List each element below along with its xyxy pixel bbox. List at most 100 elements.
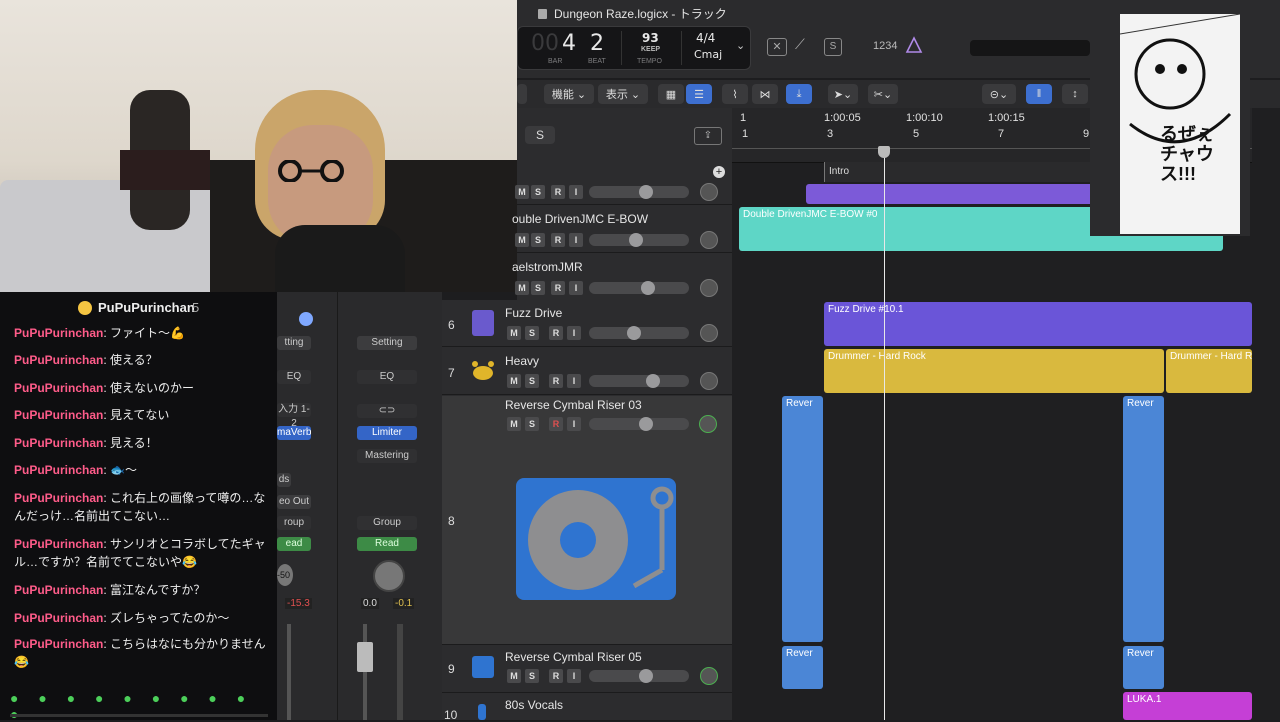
input-monitor-button[interactable]: I (569, 233, 583, 247)
chevron-down-icon[interactable]: ⌄ (736, 39, 745, 52)
catch-icon[interactable]: ⤓ (786, 84, 812, 104)
solo-button[interactable]: S (531, 233, 545, 247)
record-button[interactable]: R (551, 281, 565, 295)
audio-region-reverse[interactable]: Rever (782, 646, 823, 689)
mute-button[interactable]: M (507, 326, 521, 340)
fader-track[interactable] (287, 624, 291, 720)
input-monitor-button[interactable]: I (567, 417, 581, 431)
chat-username[interactable]: PuPuPurinchan (14, 353, 103, 367)
track-row[interactable]: ouble DrivenJMC E-BOW M S R I (512, 206, 732, 253)
playhead[interactable] (884, 150, 885, 720)
automation-mode[interactable]: ead (277, 537, 311, 551)
list-view-icon[interactable]: ☰ (686, 84, 712, 104)
chat-username[interactable]: PuPuPurinchan (14, 611, 103, 625)
audio-region-reverse[interactable]: Rever (782, 396, 823, 642)
pan-knob[interactable] (700, 231, 718, 249)
chat-username[interactable]: PuPuPurinchan (14, 381, 103, 395)
solo-box-icon[interactable]: S (824, 38, 842, 56)
menu-view[interactable]: 表示 ⌄ (598, 84, 648, 104)
eq-button[interactable]: EQ (357, 370, 417, 384)
pointer-tool-icon[interactable]: ➤⌄ (828, 84, 858, 104)
chat-username[interactable]: PuPuPurinchan (14, 326, 103, 340)
more-options-icon[interactable]: ⊝⌄ (982, 84, 1016, 104)
chat-username[interactable]: PuPuPurinchan (14, 537, 103, 551)
track-row[interactable]: 8 Reverse Cymbal Riser 03 M S R I (442, 396, 732, 645)
playhead-handle[interactable] (878, 146, 890, 158)
input-monitor-button[interactable]: I (569, 281, 583, 295)
volume-slider[interactable] (589, 185, 689, 199)
mute-button[interactable]: M (515, 185, 529, 199)
automation-icon[interactable]: ⌇ (722, 84, 748, 104)
solo-button[interactable]: S (525, 417, 539, 431)
input-slot[interactable]: 入力 1-2 (277, 403, 311, 429)
audio-region[interactable] (806, 184, 1096, 204)
chat-username[interactable]: PuPuPurinchan (14, 491, 103, 505)
track-row[interactable]: M S R I (515, 180, 732, 205)
solo-button[interactable]: S (525, 326, 539, 340)
fader-track[interactable] (363, 624, 367, 720)
pan-knob[interactable] (699, 415, 717, 433)
automation-mode[interactable]: Read (357, 537, 417, 551)
record-button[interactable]: R (549, 374, 563, 388)
pan-knob[interactable] (700, 667, 718, 685)
pan-knob[interactable] (373, 560, 405, 592)
volume-slider[interactable] (589, 374, 689, 388)
fader-handle[interactable] (357, 642, 373, 672)
record-button[interactable]: R (551, 185, 565, 199)
solo-button[interactable]: S (531, 185, 545, 199)
group-slot[interactable]: roup (277, 516, 311, 530)
track-row[interactable]: aelstromJMR M S R I (512, 254, 732, 301)
input-monitor-button[interactable]: I (567, 669, 581, 683)
mastering-slot[interactable]: Mastering (357, 449, 417, 463)
volume-slider[interactable] (589, 281, 689, 295)
flex-icon[interactable]: ⋈ (752, 84, 778, 104)
solo-button[interactable]: S (531, 281, 545, 295)
chat-username[interactable]: PuPuPurinchan (14, 637, 103, 651)
link-icon[interactable]: ⊂⊃ (357, 404, 417, 418)
volume-slider[interactable] (589, 233, 689, 247)
insert-slot[interactable]: Limiter (357, 426, 417, 440)
chat-username[interactable]: PuPuPurinchan (14, 408, 103, 422)
vertical-scroll-area[interactable] (1252, 108, 1280, 720)
audio-region-luka[interactable]: LUKA.1 (1123, 692, 1252, 720)
pan-knob[interactable] (700, 279, 718, 297)
track-row[interactable]: 9 Reverse Cymbal Riser 05 M S R I (442, 646, 732, 693)
input-knob[interactable] (299, 312, 313, 326)
track-row[interactable]: 6 Fuzz Drive M S R I (442, 300, 732, 347)
pan-knob[interactable]: -50 (277, 564, 293, 586)
mute-button[interactable]: M (515, 281, 529, 295)
track-row[interactable]: 10 80s Vocals (442, 694, 732, 722)
drummer-region[interactable]: Drummer - Hard Rock (824, 349, 1164, 393)
pan-knob[interactable] (700, 324, 718, 342)
solo-button[interactable]: S (525, 374, 539, 388)
lcd-display[interactable]: 00 4 2 BAR BEAT 93 KEEP TEMPO 4/4 Cmaj ⌄ (517, 26, 751, 70)
input-monitor-button[interactable]: I (569, 185, 583, 199)
waveform-zoom-icon[interactable]: ‖ (1026, 84, 1052, 104)
chat-username[interactable]: PuPuPurinchan (14, 463, 103, 477)
menu-functions[interactable]: 機能 ⌄ (544, 84, 594, 104)
volume-slider[interactable] (589, 669, 689, 683)
grid-view-icon[interactable]: ▦ (658, 84, 684, 104)
record-button[interactable]: R (551, 233, 565, 247)
setting-button[interactable]: tting (277, 336, 311, 350)
audio-region-reverse[interactable]: Rever (1123, 646, 1164, 689)
output-slot[interactable]: eo Out (277, 495, 311, 509)
close-box-icon[interactable]: ✕ (767, 38, 787, 56)
vertical-zoom-icon[interactable]: ↕ (1062, 84, 1088, 104)
mute-button[interactable]: M (507, 669, 521, 683)
marker-intro[interactable]: Intro (824, 162, 1091, 182)
audio-region-fuzz[interactable]: Fuzz Drive #10.1 (824, 302, 1252, 346)
metronome-icon[interactable] (905, 36, 923, 54)
pan-knob[interactable] (700, 372, 718, 390)
input-monitor-button[interactable]: I (567, 374, 581, 388)
count-in-counter[interactable]: 1234 (873, 40, 897, 52)
audio-region-reverse[interactable]: Rever (1123, 396, 1164, 642)
mute-button[interactable]: M (515, 233, 529, 247)
record-button[interactable]: R (549, 669, 563, 683)
scissors-tool-icon[interactable]: ✂⌄ (868, 84, 898, 104)
drummer-region[interactable]: Drummer - Hard R (1166, 349, 1252, 393)
chat-username[interactable]: PuPuPurinchan (14, 436, 103, 450)
mute-button[interactable]: M (507, 417, 521, 431)
chat-username[interactable]: PuPuPurinchan (14, 583, 103, 597)
group-slot[interactable]: Group (357, 516, 417, 530)
